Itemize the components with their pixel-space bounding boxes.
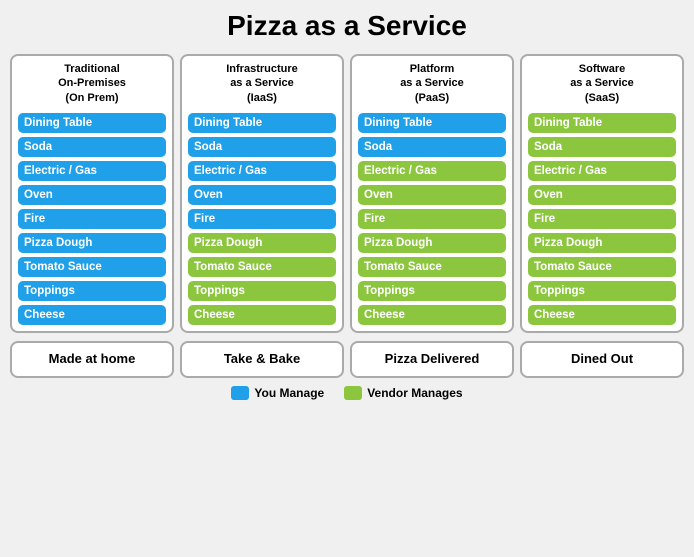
item-pizza-dough-on-prem: Pizza Dough	[18, 233, 166, 253]
item-fire-iaas: Fire	[188, 209, 336, 229]
item-toppings-iaas: Toppings	[188, 281, 336, 301]
legend-item: You Manage	[231, 386, 324, 400]
legend-label: You Manage	[254, 386, 324, 400]
item-tomato-sauce-iaas: Tomato Sauce	[188, 257, 336, 277]
footer-row: Made at homeTake & BakePizza DeliveredDi…	[10, 341, 684, 378]
column-on-prem: Traditional On-Premises (On Prem) Dining …	[10, 54, 174, 333]
item-dining-table-iaas: Dining Table	[188, 113, 336, 133]
item-fire-paas: Fire	[358, 209, 506, 229]
footer-label-paas: Pizza Delivered	[350, 341, 514, 378]
column-iaas: Infrastructure as a Service (IaaS) Dining…	[180, 54, 344, 333]
item-electric--gas-iaas: Electric / Gas	[188, 161, 336, 181]
column-paas: Platform as a Service (PaaS) Dining Table…	[350, 54, 514, 333]
item-fire-on-prem: Fire	[18, 209, 166, 229]
item-soda-saas: Soda	[528, 137, 676, 157]
footer-label-saas: Dined Out	[520, 341, 684, 378]
legend-color-box	[231, 386, 249, 400]
item-soda-on-prem: Soda	[18, 137, 166, 157]
item-toppings-saas: Toppings	[528, 281, 676, 301]
item-oven-iaas: Oven	[188, 185, 336, 205]
col-header-saas: Software as a Service (SaaS)	[528, 62, 676, 105]
item-pizza-dough-saas: Pizza Dough	[528, 233, 676, 253]
footer-label-iaas: Take & Bake	[180, 341, 344, 378]
item-tomato-sauce-saas: Tomato Sauce	[528, 257, 676, 277]
item-oven-saas: Oven	[528, 185, 676, 205]
item-dining-table-paas: Dining Table	[358, 113, 506, 133]
col-header-on-prem: Traditional On-Premises (On Prem)	[18, 62, 166, 105]
item-electric--gas-paas: Electric / Gas	[358, 161, 506, 181]
item-soda-iaas: Soda	[188, 137, 336, 157]
item-soda-paas: Soda	[358, 137, 506, 157]
item-pizza-dough-iaas: Pizza Dough	[188, 233, 336, 253]
legend-color-box	[344, 386, 362, 400]
item-electric--gas-saas: Electric / Gas	[528, 161, 676, 181]
item-dining-table-on-prem: Dining Table	[18, 113, 166, 133]
footer-label-on-prem: Made at home	[10, 341, 174, 378]
item-toppings-on-prem: Toppings	[18, 281, 166, 301]
item-oven-paas: Oven	[358, 185, 506, 205]
item-fire-saas: Fire	[528, 209, 676, 229]
legend-label: Vendor Manages	[367, 386, 462, 400]
page-title: Pizza as a Service	[227, 10, 467, 42]
item-pizza-dough-paas: Pizza Dough	[358, 233, 506, 253]
item-cheese-on-prem: Cheese	[18, 305, 166, 325]
legend-item: Vendor Manages	[344, 386, 462, 400]
columns-wrapper: Traditional On-Premises (On Prem) Dining …	[10, 54, 684, 333]
item-cheese-paas: Cheese	[358, 305, 506, 325]
item-cheese-iaas: Cheese	[188, 305, 336, 325]
col-header-paas: Platform as a Service (PaaS)	[358, 62, 506, 105]
item-electric--gas-on-prem: Electric / Gas	[18, 161, 166, 181]
item-dining-table-saas: Dining Table	[528, 113, 676, 133]
col-header-iaas: Infrastructure as a Service (IaaS)	[188, 62, 336, 105]
item-toppings-paas: Toppings	[358, 281, 506, 301]
item-tomato-sauce-paas: Tomato Sauce	[358, 257, 506, 277]
item-tomato-sauce-on-prem: Tomato Sauce	[18, 257, 166, 277]
item-oven-on-prem: Oven	[18, 185, 166, 205]
column-saas: Software as a Service (SaaS) Dining Table…	[520, 54, 684, 333]
legend-row: You Manage Vendor Manages	[231, 386, 462, 400]
item-cheese-saas: Cheese	[528, 305, 676, 325]
